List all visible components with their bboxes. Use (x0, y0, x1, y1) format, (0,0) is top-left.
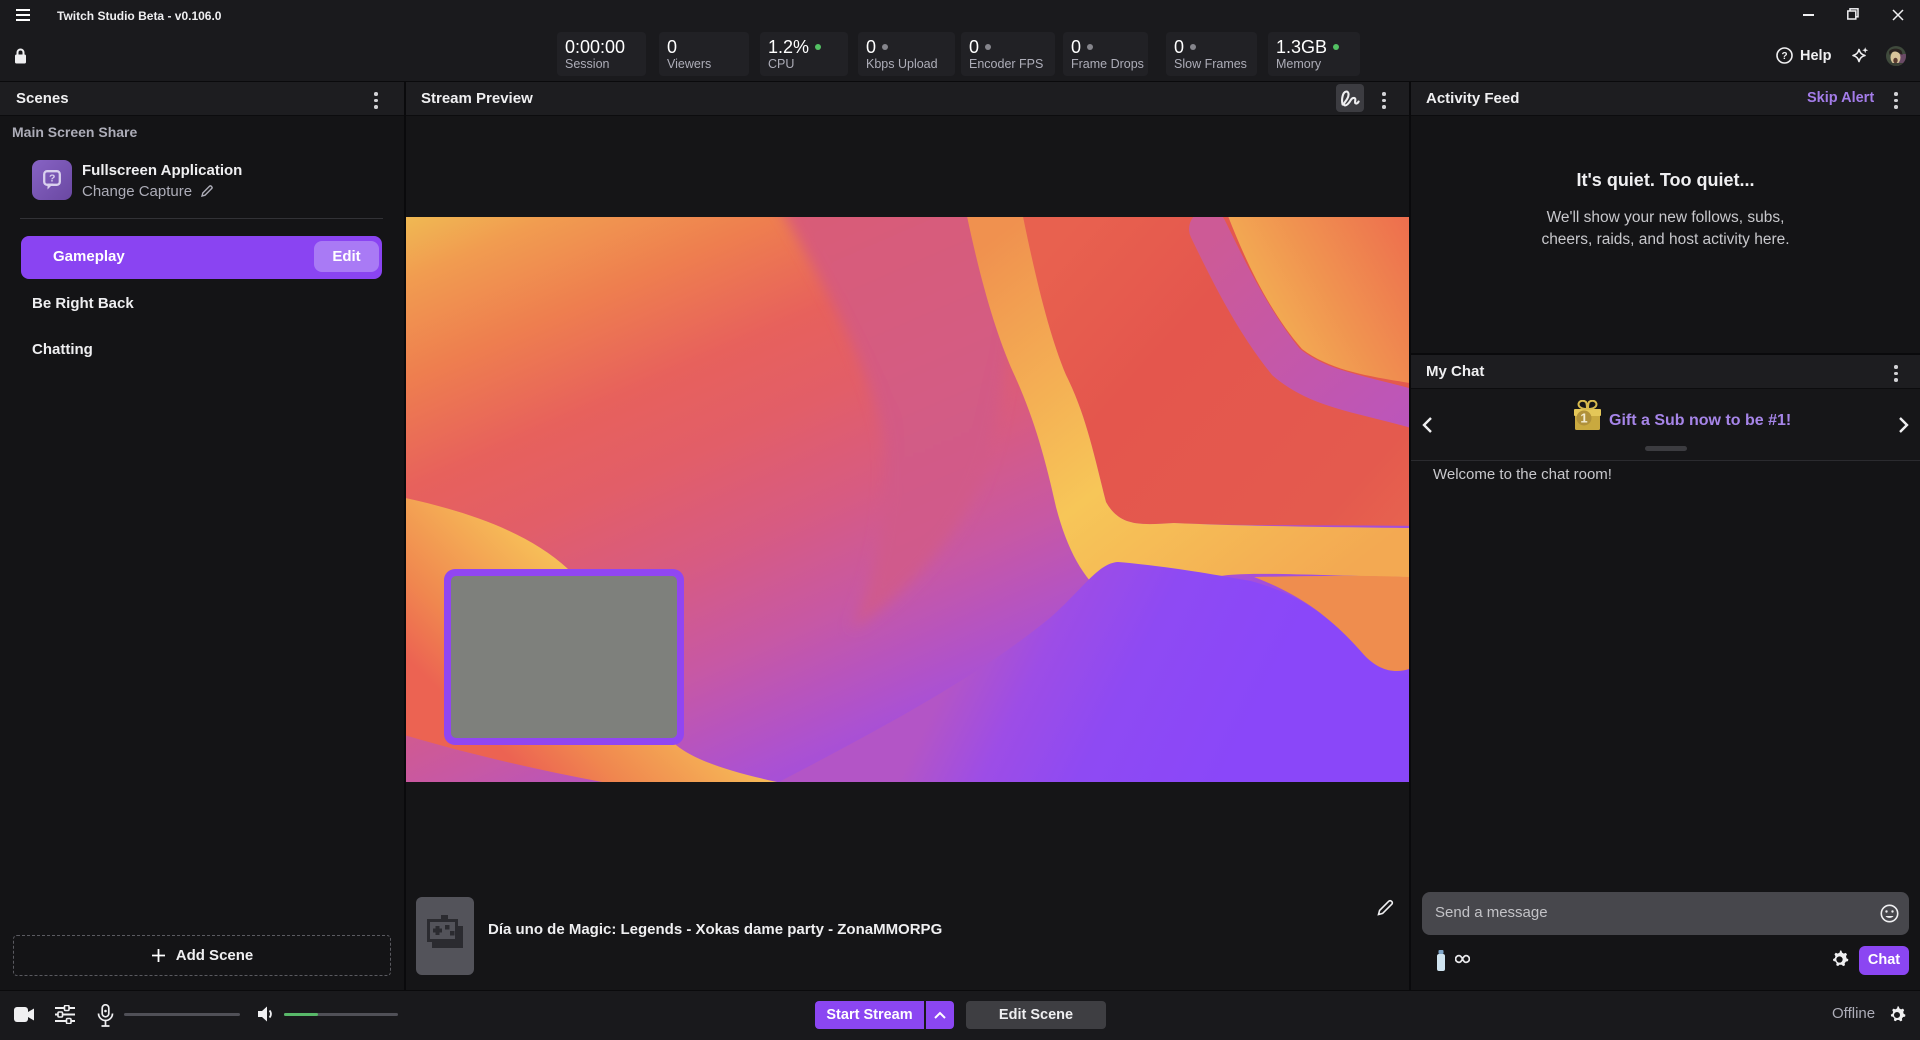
svg-text:?: ? (49, 173, 55, 185)
svg-text:1: 1 (1580, 411, 1587, 426)
svg-text:?: ? (1781, 51, 1787, 62)
